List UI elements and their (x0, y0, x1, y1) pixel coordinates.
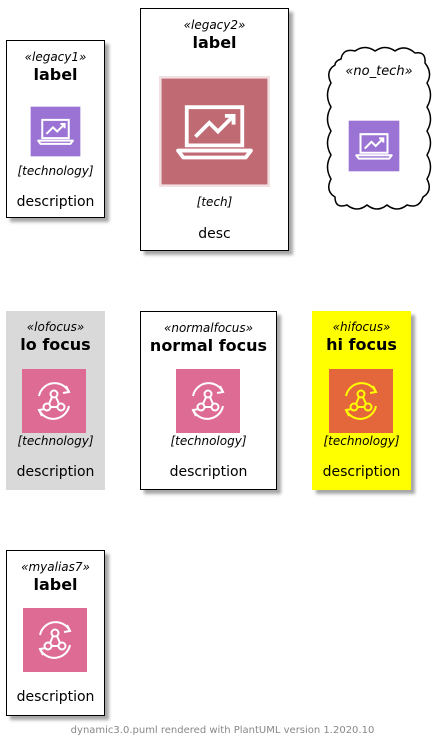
node-label: hi focus (326, 335, 397, 354)
node-description: description (16, 689, 95, 705)
node-description: description (322, 464, 401, 480)
laptop-chart-icon (159, 76, 270, 187)
node-stereotype: «legacy1» (24, 50, 87, 64)
node-myalias7[interactable]: «myalias7» label description (6, 550, 105, 716)
node-description: description (16, 464, 95, 480)
node-stereotype: «hifocus» (332, 320, 391, 334)
node-stereotype: «myalias7» (21, 560, 90, 574)
sync-network-icon (329, 369, 393, 433)
node-label: label (33, 65, 78, 84)
node-stereotype: «normalfocus» (163, 321, 254, 335)
node-label: normal focus (149, 336, 268, 355)
node-technology: [technology] (17, 164, 94, 178)
node-stereotype: «no_tech» (345, 64, 413, 79)
sync-network-icon (23, 608, 87, 672)
node-label: lo focus (20, 335, 91, 354)
sync-network-icon (176, 369, 240, 433)
render-footer: dynamic3.0.puml rendered with PlantUML v… (70, 725, 375, 736)
node-normalfocus[interactable]: «normalfocus» normal focus [technology] … (140, 311, 277, 490)
node-label: label (33, 575, 78, 594)
node-technology: [technology] (170, 434, 247, 448)
node-lofocus[interactable]: «lofocus» lo focus [technology] descript… (6, 311, 105, 490)
node-stereotype: «legacy2» (183, 18, 246, 32)
node-technology: [technology] (17, 434, 94, 448)
node-technology: [tech] (196, 195, 233, 209)
node-description: description (169, 464, 248, 480)
node-hifocus[interactable]: «hifocus» hi focus [technology] descript… (312, 311, 411, 490)
laptop-chart-icon (29, 105, 82, 158)
node-description: description (16, 194, 95, 210)
node-legacy1[interactable]: «legacy1» label [technology] description (6, 40, 105, 218)
node-legacy2[interactable]: «legacy2» label [tech] desc (140, 8, 289, 251)
node-stereotype: «lofocus» (26, 320, 85, 334)
laptop-chart-icon (347, 119, 401, 173)
sync-network-icon (22, 369, 86, 433)
node-no-tech[interactable]: «no_tech» (323, 45, 435, 215)
node-description: desc (198, 226, 231, 242)
node-technology: [technology] (323, 434, 400, 448)
node-label: label (192, 33, 237, 52)
